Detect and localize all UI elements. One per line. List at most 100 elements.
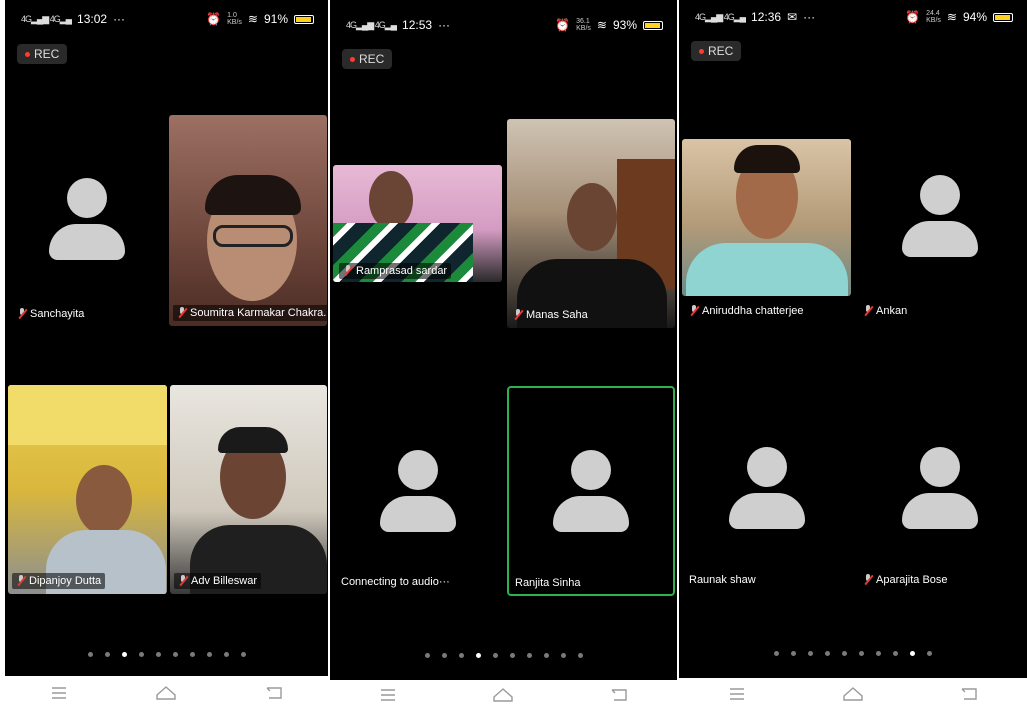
page-dot[interactable] <box>526 653 532 658</box>
alarm-icon: ⏰ <box>555 18 571 32</box>
participant-video-tile[interactable]: Adv Billeswar <box>170 385 327 594</box>
page-dot[interactable] <box>825 651 830 656</box>
page-dot[interactable] <box>441 653 447 658</box>
page-dot[interactable] <box>893 651 898 656</box>
page-dot-active[interactable] <box>910 651 915 656</box>
participant-name: Aparajita Bose <box>876 574 948 586</box>
active-speaker-tile[interactable]: Ranjita Sinha <box>507 386 675 596</box>
participant-name-label: Ankan <box>863 305 907 317</box>
page-dot[interactable] <box>458 653 464 658</box>
battery-icon <box>643 20 663 30</box>
menu-icon[interactable] <box>47 683 71 703</box>
recording-indicator: REC <box>17 44 68 64</box>
page-dot[interactable] <box>206 652 212 657</box>
status-time: 13:02 <box>77 12 108 26</box>
participant-name: Sanchayita <box>30 308 85 320</box>
battery-icon <box>993 12 1013 22</box>
rec-label: REC <box>359 52 385 66</box>
rec-label: REC <box>708 44 734 58</box>
video-feed-hair <box>218 427 288 453</box>
battery-percent: 91% <box>263 12 288 26</box>
video-feed <box>369 171 413 229</box>
page-dot-active[interactable] <box>475 653 481 658</box>
page-indicator[interactable] <box>5 652 328 657</box>
participant-name-label: Soumitra Karmakar Chakra... <box>173 305 327 321</box>
back-icon[interactable] <box>957 684 981 704</box>
avatar-placeholder-icon <box>902 175 978 257</box>
page-dot[interactable] <box>791 651 796 656</box>
page-dot[interactable] <box>560 653 566 658</box>
page-dot[interactable] <box>842 651 847 656</box>
participant-name-label: Raunak shaw <box>689 574 756 586</box>
page-dot[interactable] <box>808 651 813 656</box>
page-dot[interactable] <box>155 652 161 657</box>
page-dot-active[interactable] <box>121 652 127 657</box>
page-dot[interactable] <box>927 651 932 656</box>
participant-tile[interactable]: Raunak shaw <box>682 385 851 595</box>
phone-screen-1: 4G▂▄▆ 4G▂▄ 13:02 ··· ⏰ 1.0 KB/s ≋ 91% REC… <box>5 0 328 709</box>
system-nav-bar <box>330 680 677 709</box>
participant-video-tile[interactable]: Ramprasad sardar <box>333 165 502 282</box>
page-indicator[interactable] <box>679 651 1027 656</box>
participant-name-label: Adv Billeswar <box>174 573 262 589</box>
mic-muted-icon <box>863 305 873 317</box>
page-dot[interactable] <box>577 653 583 658</box>
status-bar: 4G▂▄▆ 4G▂▄ 13:02 ··· ⏰ 1.0 KB/s ≋ 91% <box>5 10 328 30</box>
mic-muted-icon <box>513 309 523 321</box>
home-icon[interactable] <box>491 685 515 705</box>
avatar-placeholder-icon <box>553 450 629 532</box>
home-icon[interactable] <box>841 684 865 704</box>
page-dot[interactable] <box>876 651 881 656</box>
record-dot-icon <box>350 56 355 62</box>
participant-video-tile[interactable]: Soumitra Karmakar Chakra... <box>169 115 327 326</box>
page-dot[interactable] <box>189 652 195 657</box>
menu-icon[interactable] <box>725 684 749 704</box>
mic-muted-icon <box>16 575 26 587</box>
recording-indicator: REC <box>342 49 393 69</box>
participant-tile[interactable]: Aparajita Bose <box>855 385 1025 595</box>
back-icon[interactable] <box>262 683 286 703</box>
participant-video-tile[interactable] <box>682 139 851 296</box>
page-dot[interactable] <box>492 653 498 658</box>
page-dot[interactable] <box>543 653 549 658</box>
avatar-placeholder-icon <box>379 450 456 532</box>
page-dot[interactable] <box>87 652 93 657</box>
battery-percent: 94% <box>962 10 987 24</box>
video-feed-body <box>686 243 848 296</box>
page-indicator[interactable] <box>330 653 677 658</box>
page-dot[interactable] <box>138 652 144 657</box>
participant-name-label: Manas Saha <box>513 309 588 321</box>
participant-tile[interactable]: Ankan <box>855 113 1025 323</box>
system-nav-bar <box>5 676 328 709</box>
participant-name-label: Dipanjoy Dutta <box>12 573 106 589</box>
battery-percent: 93% <box>612 18 637 32</box>
page-dot[interactable] <box>859 651 864 656</box>
participant-tile[interactable]: Connecting to audio··· <box>333 386 502 595</box>
record-dot-icon <box>699 48 704 54</box>
alarm-icon: ⏰ <box>905 10 921 24</box>
status-time: 12:53 <box>402 18 433 32</box>
back-icon[interactable] <box>607 685 631 705</box>
wifi-icon: ≋ <box>247 12 258 26</box>
home-icon[interactable] <box>154 683 178 703</box>
participant-name-label: Ramprasad sardar <box>339 263 452 279</box>
participant-video-tile[interactable]: Manas Saha <box>507 119 675 328</box>
battery-icon <box>294 14 314 24</box>
page-dot[interactable] <box>172 652 178 657</box>
page-dot[interactable] <box>509 653 515 658</box>
menu-icon[interactable] <box>376 685 400 705</box>
page-dot[interactable] <box>774 651 779 656</box>
record-dot-icon <box>25 51 30 57</box>
page-dot[interactable] <box>223 652 229 657</box>
participant-video-tile[interactable]: Dipanjoy Dutta <box>8 385 167 594</box>
page-dot[interactable] <box>240 652 246 657</box>
participant-name: Connecting to audio··· <box>341 576 450 588</box>
page-dot[interactable] <box>424 653 430 658</box>
signal-icon: 4G▂▄▆ 4G▂▄ <box>346 19 397 30</box>
signal-icon: 4G▂▄▆ 4G▂▄ <box>695 11 746 22</box>
participant-name-label: Aparajita Bose <box>863 574 948 586</box>
mic-muted-icon <box>17 308 27 320</box>
page-dot[interactable] <box>104 652 110 657</box>
participant-tile[interactable]: Sanchayita <box>7 116 167 326</box>
rec-label: REC <box>34 47 60 61</box>
